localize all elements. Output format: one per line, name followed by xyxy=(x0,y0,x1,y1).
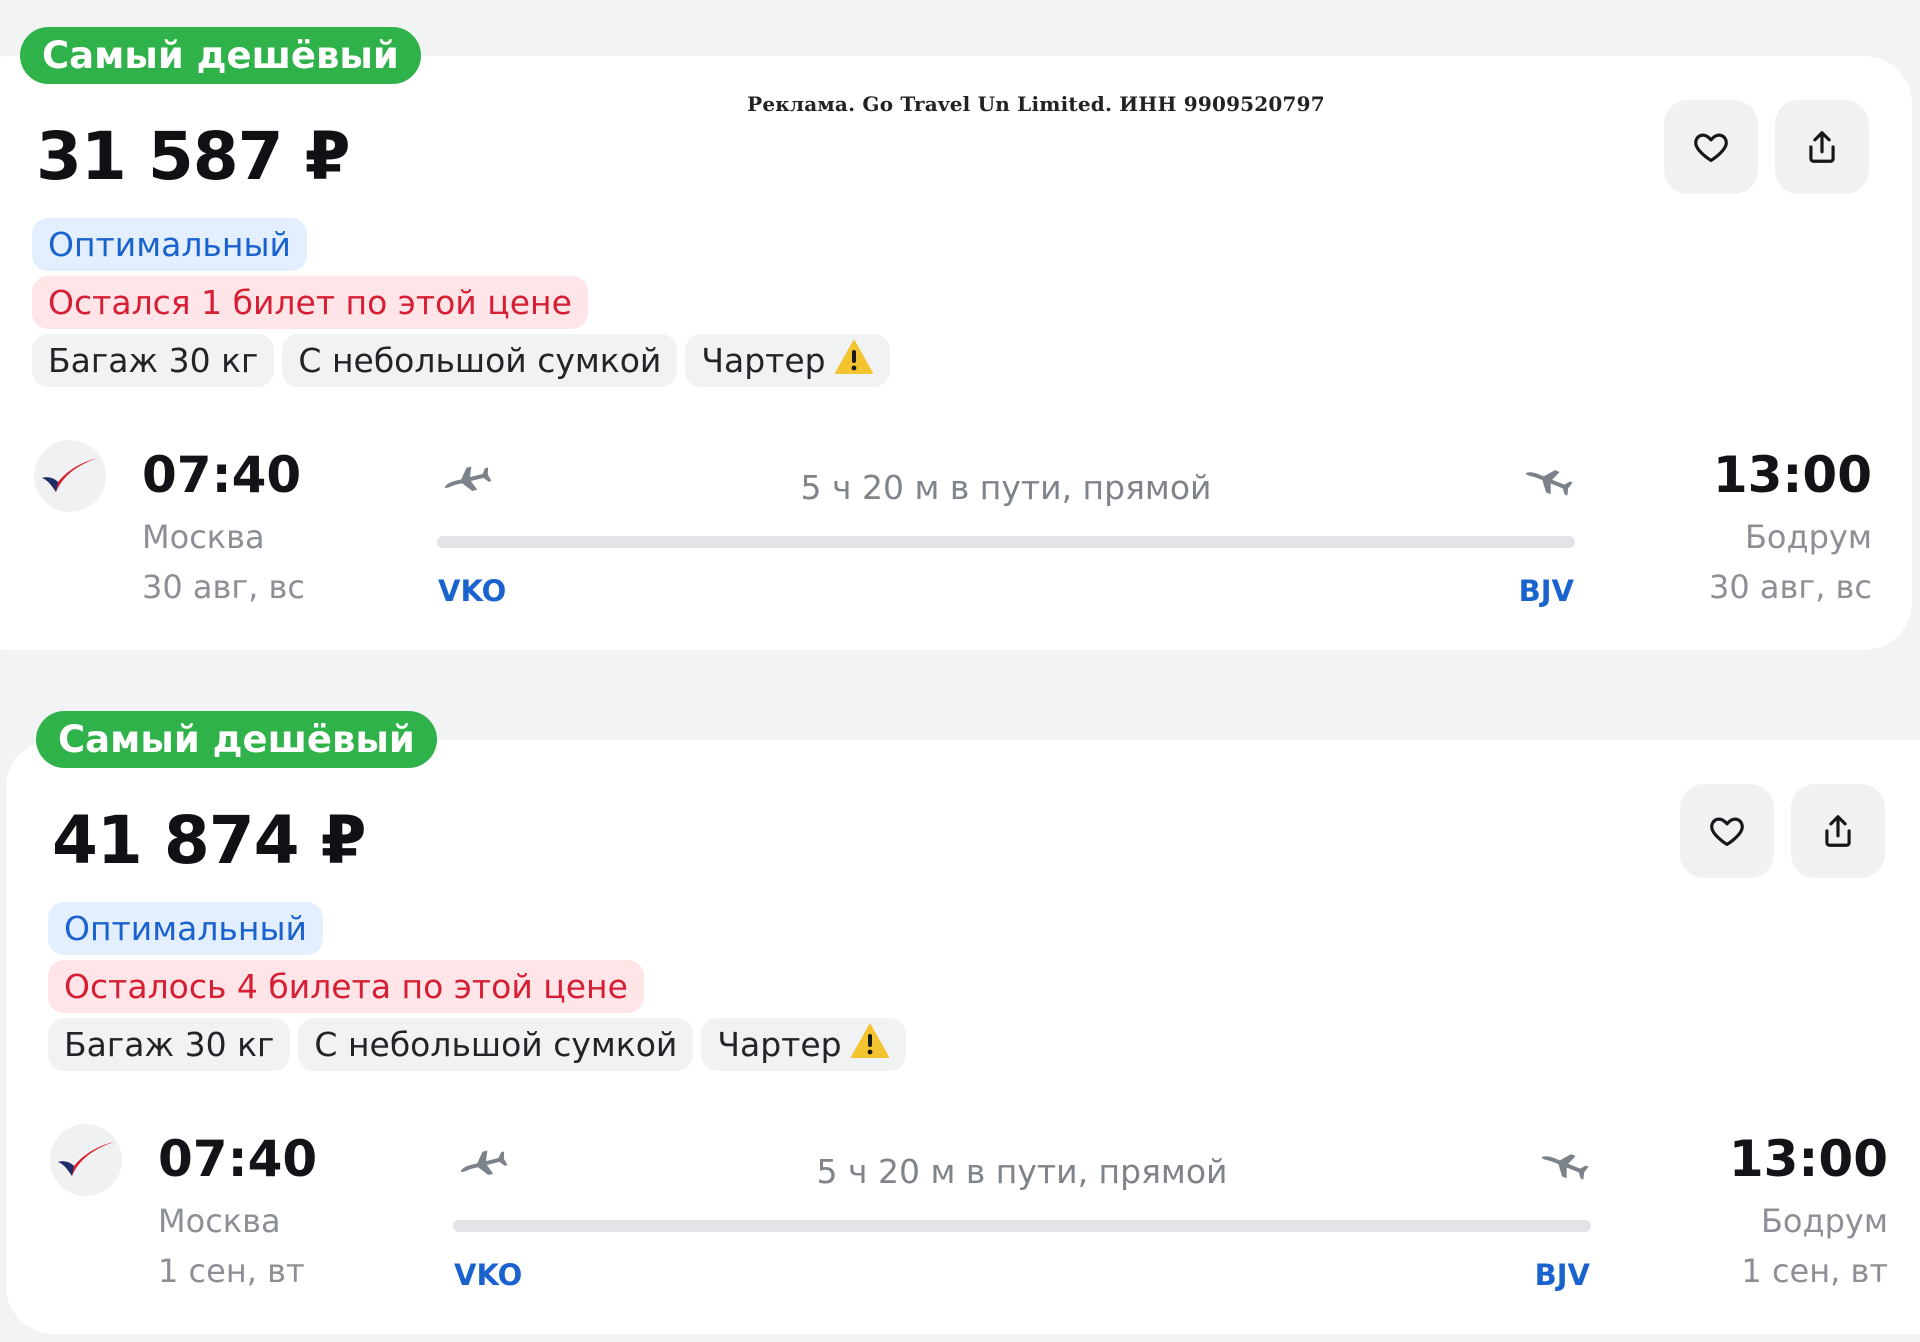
arrival-airport-code: BJV xyxy=(1534,1258,1590,1292)
cheapest-badge: Самый дешёвый xyxy=(20,27,421,84)
hand-luggage-tag: С небольшой сумкой xyxy=(282,334,678,387)
departure-date: 1 сен, вт xyxy=(158,1252,305,1290)
heart-icon xyxy=(1710,817,1744,847)
offer-price: 31 587 ₽ xyxy=(36,118,350,195)
arrival-date: 1 сен, вт xyxy=(1741,1252,1888,1290)
heart-icon xyxy=(1694,133,1728,163)
route-track xyxy=(453,1220,1591,1232)
departure-airport-code: VKO xyxy=(438,574,507,608)
share-button[interactable] xyxy=(1791,784,1885,878)
departure-city: Москва xyxy=(158,1202,281,1240)
hand-luggage-tag: С небольшой сумкой xyxy=(298,1018,694,1071)
plane-landing-icon xyxy=(1541,1154,1589,1180)
tickets-left-tag: Остался 1 билет по этой цене xyxy=(32,276,588,329)
arrival-city: Бодрум xyxy=(1744,518,1872,556)
airline-logo xyxy=(34,440,106,512)
flight-offer-card[interactable]: Самый дешёвый 31 587 ₽ Оптимальный Остал… xyxy=(0,27,1912,650)
departure-time: 07:40 xyxy=(142,446,302,504)
arrival-city: Бодрум xyxy=(1760,1202,1888,1240)
arrival-time: 13:00 xyxy=(1712,446,1872,504)
airline-logo xyxy=(50,1124,122,1196)
arrival-date: 30 авг, вс xyxy=(1709,568,1872,606)
arrival-airport-code: BJV xyxy=(1518,574,1574,608)
baggage-tag: Багаж 30 кг xyxy=(48,1018,291,1071)
charter-label: Чартер xyxy=(701,341,826,380)
cheapest-badge: Самый дешёвый xyxy=(36,711,437,768)
route-track xyxy=(437,536,1575,548)
warning-icon xyxy=(834,340,873,374)
airline-logo-icon xyxy=(58,1142,114,1176)
baggage-tag: Багаж 30 кг xyxy=(32,334,275,387)
feature-tags: Багаж 30 кг С небольшой сумкой Чартер xyxy=(32,334,890,387)
flight-offer-card[interactable]: Самый дешёвый 41 874 ₽ Оптимальный Остал… xyxy=(6,711,1920,1334)
share-icon xyxy=(1825,815,1851,847)
departure-date: 30 авг, вс xyxy=(142,568,305,606)
departure-time: 07:40 xyxy=(158,1130,318,1188)
charter-tag[interactable]: Чартер xyxy=(701,1018,906,1071)
charter-tag[interactable]: Чартер xyxy=(685,334,890,387)
offer-tags: Оптимальный Остался 1 билет по этой цене… xyxy=(32,218,890,387)
optimal-tag: Оптимальный xyxy=(32,218,307,271)
departure-airport-code: VKO xyxy=(454,1258,523,1292)
flight-duration: 5 ч 20 м в пути, прямой xyxy=(816,1152,1228,1191)
flight-duration: 5 ч 20 м в пути, прямой xyxy=(800,468,1212,507)
plane-landing-icon xyxy=(1525,470,1573,496)
airline-logo-icon xyxy=(42,458,98,492)
share-icon xyxy=(1809,131,1835,163)
warning-icon xyxy=(850,1024,889,1058)
tickets-left-tag: Осталось 4 билета по этой цене xyxy=(48,960,644,1013)
departure-city: Москва xyxy=(142,518,265,556)
optimal-tag: Оптимальный xyxy=(48,902,323,955)
favorite-button[interactable] xyxy=(1680,784,1774,878)
arrival-time: 13:00 xyxy=(1728,1130,1888,1188)
offer-price: 41 874 ₽ xyxy=(52,802,366,879)
ad-notice: Реклама. Go Travel Un Limited. ИНН 99095… xyxy=(747,92,1325,116)
offer-tags: Оптимальный Осталось 4 билета по этой це… xyxy=(48,902,906,1071)
feature-tags: Багаж 30 кг С небольшой сумкой Чартер xyxy=(48,1018,906,1071)
charter-label: Чартер xyxy=(717,1025,842,1064)
